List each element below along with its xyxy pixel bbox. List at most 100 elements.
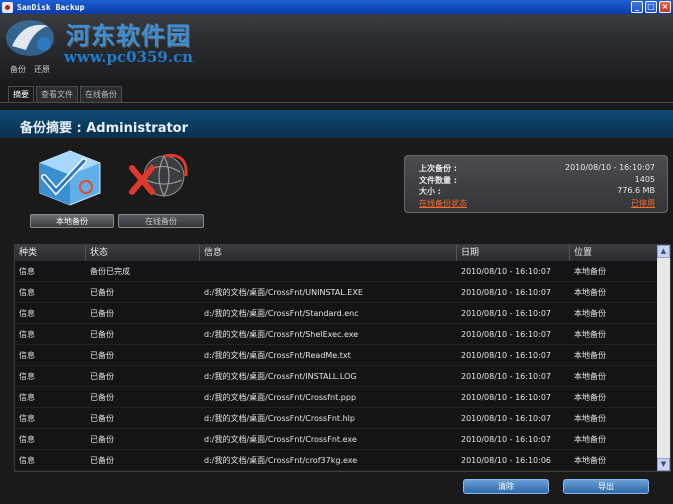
cell-status: 已备份 bbox=[90, 435, 114, 444]
cell-location: 本地备份 bbox=[574, 330, 606, 339]
header-band: 河东软件园 www.pc0359.cn 备份 还原 bbox=[0, 14, 673, 80]
export-button[interactable]: 导出 bbox=[563, 479, 649, 494]
table-header: 种类 状态 信息 日期 位置 bbox=[15, 245, 658, 261]
scroll-down-icon[interactable]: ▼ bbox=[657, 458, 670, 471]
info-size-label: 大小 : bbox=[419, 187, 441, 196]
logo-icon bbox=[6, 20, 54, 56]
clear-button[interactable]: 清除 bbox=[463, 479, 549, 494]
cell-info: d:/我的文档/桌面/CrossFnt/INSTALL.LOG bbox=[204, 372, 357, 381]
cell-status: 已备份 bbox=[90, 414, 114, 423]
backup-info-panel: 上次备份 : 2010/08/10 - 16:10:07 文件数量 : 1405… bbox=[404, 155, 668, 213]
info-file-count: 文件数量 : 1405 bbox=[419, 175, 655, 186]
cell-info: d:/我的文档/桌面/CrossFnt/CrossFnt.hlp bbox=[204, 414, 355, 423]
cell-location: 本地备份 bbox=[574, 309, 606, 318]
tab-divider bbox=[0, 102, 673, 103]
tab-bar: 摘要 查看文件 在线备份 bbox=[0, 86, 673, 102]
cell-date: 2010/08/10 - 16:10:07 bbox=[461, 372, 552, 381]
cell-date: 2010/08/10 - 16:10:06 bbox=[461, 456, 552, 465]
column-header-type[interactable]: 种类 bbox=[15, 245, 86, 261]
info-size: 大小 : 776.6 MB bbox=[419, 186, 655, 197]
close-icon[interactable]: × bbox=[659, 1, 671, 13]
online-backup-button[interactable]: 在线备份 bbox=[118, 214, 204, 228]
cell-status: 已备份 bbox=[90, 309, 114, 318]
cell-type: 信息 bbox=[19, 456, 35, 465]
table-body: 信息 备份已完成 2010/08/10 - 16:10:07 本地备份 信息 已备份 d:/… bbox=[15, 261, 658, 471]
cell-location: 本地备份 bbox=[574, 267, 606, 276]
column-header-info[interactable]: 信息 bbox=[200, 245, 457, 261]
menu-item-backup[interactable]: 备份 bbox=[10, 64, 26, 75]
cell-date: 2010/08/10 - 16:10:07 bbox=[461, 330, 552, 339]
column-header-date[interactable]: 日期 bbox=[457, 245, 570, 261]
maximize-icon[interactable]: □ bbox=[645, 1, 657, 13]
cell-date: 2010/08/10 - 16:10:07 bbox=[461, 435, 552, 444]
table-row[interactable]: 信息 已备份 d:/我的文档/桌面/CrossFnt/Standard.enc 201… bbox=[15, 303, 658, 324]
info-last-backup-label: 上次备份 : bbox=[419, 164, 457, 173]
cell-status: 备份已完成 bbox=[90, 267, 130, 276]
cell-info: d:/我的文档/桌面/CrossFnt/Crossfnt.ppp bbox=[204, 393, 357, 402]
cell-status: 已备份 bbox=[90, 288, 114, 297]
cell-info: d:/我的文档/桌面/CrossFnt/ReadMe.txt bbox=[204, 351, 351, 360]
table-row[interactable]: 信息 已备份 d:/我的文档/桌面/CrossFnt/INSTALL.LOG 2010… bbox=[15, 366, 658, 387]
info-file-count-value: 1405 bbox=[634, 175, 655, 184]
cell-date: 2010/08/10 - 16:10:07 bbox=[461, 288, 552, 297]
menu-bar: 备份 还原 bbox=[10, 64, 50, 75]
scroll-up-icon[interactable]: ▲ bbox=[657, 245, 670, 258]
info-last-backup: 上次备份 : 2010/08/10 - 16:10:07 bbox=[419, 163, 655, 174]
info-file-count-label: 文件数量 : bbox=[419, 176, 457, 185]
watermark-title: 河东软件园 bbox=[66, 22, 191, 50]
cell-info: d:/我的文档/桌面/CrossFnt/Standard.enc bbox=[204, 309, 359, 318]
cell-type: 信息 bbox=[19, 288, 35, 297]
paused-link[interactable]: 已停用 bbox=[631, 198, 655, 209]
cell-status: 已备份 bbox=[90, 330, 114, 339]
watermark-url: www.pc0359.cn bbox=[64, 48, 194, 66]
cell-location: 本地备份 bbox=[574, 372, 606, 381]
cell-type: 信息 bbox=[19, 351, 35, 360]
cell-location: 本地备份 bbox=[574, 288, 606, 297]
info-links: 在线备份状态 已停用 bbox=[419, 198, 655, 209]
column-header-status[interactable]: 状态 bbox=[86, 245, 200, 261]
cell-type: 信息 bbox=[19, 267, 35, 276]
cell-type: 信息 bbox=[19, 330, 35, 339]
local-backup-icon[interactable] bbox=[34, 147, 106, 207]
cell-location: 本地备份 bbox=[574, 351, 606, 360]
cell-location: 本地备份 bbox=[574, 414, 606, 423]
table-row[interactable]: 信息 已备份 d:/我的文档/桌面/CrossFnt/crof37kg.exe 201… bbox=[15, 450, 658, 471]
minimize-icon[interactable]: _ bbox=[631, 1, 643, 13]
summary-header: 备份摘要 : Administrator bbox=[0, 110, 673, 138]
cell-location: 本地备份 bbox=[574, 393, 606, 402]
online-backup-icon[interactable] bbox=[124, 150, 194, 208]
cell-type: 信息 bbox=[19, 372, 35, 381]
cell-type: 信息 bbox=[19, 414, 35, 423]
table-row[interactable]: 信息 已备份 d:/我的文档/桌面/CrossFnt/CrossFnt.exe 201… bbox=[15, 429, 658, 450]
tab-summary[interactable]: 摘要 bbox=[8, 86, 34, 102]
menu-item-restore[interactable]: 还原 bbox=[34, 64, 50, 75]
cell-location: 本地备份 bbox=[574, 456, 606, 465]
tab-online-backup[interactable]: 在线备份 bbox=[80, 86, 122, 102]
cell-date: 2010/08/10 - 16:10:07 bbox=[461, 309, 552, 318]
cell-date: 2010/08/10 - 16:10:07 bbox=[461, 267, 552, 276]
cell-type: 信息 bbox=[19, 393, 35, 402]
table-row[interactable]: 信息 备份已完成 2010/08/10 - 16:10:07 本地备份 bbox=[15, 261, 658, 282]
title-bar: SanDisk Backup _ □ × bbox=[0, 0, 673, 14]
cell-info: d:/我的文档/桌面/CrossFnt/UNINSTAL.EXE bbox=[204, 288, 363, 297]
window-controls: _ □ × bbox=[631, 1, 671, 13]
cell-status: 已备份 bbox=[90, 456, 114, 465]
cell-type: 信息 bbox=[19, 435, 35, 444]
cell-info: d:/我的文档/桌面/CrossFnt/crof37kg.exe bbox=[204, 456, 358, 465]
cell-date: 2010/08/10 - 16:10:07 bbox=[461, 393, 552, 402]
table-row[interactable]: 信息 已备份 d:/我的文档/桌面/CrossFnt/UNINSTAL.EXE 201… bbox=[15, 282, 658, 303]
cell-status: 已备份 bbox=[90, 351, 114, 360]
table-row[interactable]: 信息 已备份 d:/我的文档/桌面/CrossFnt/CrossFnt.hlp 201… bbox=[15, 408, 658, 429]
tab-view-files[interactable]: 查看文件 bbox=[36, 86, 78, 102]
info-last-backup-value: 2010/08/10 - 16:10:07 bbox=[564, 163, 655, 172]
info-size-value: 776.6 MB bbox=[617, 186, 655, 195]
online-status-link[interactable]: 在线备份状态 bbox=[419, 198, 467, 209]
table-row[interactable]: 信息 已备份 d:/我的文档/桌面/CrossFnt/Crossfnt.ppp 201… bbox=[15, 387, 658, 408]
local-backup-button[interactable]: 本地备份 bbox=[30, 214, 114, 228]
column-header-location[interactable]: 位置 bbox=[570, 245, 658, 261]
table-row[interactable]: 信息 已备份 d:/我的文档/桌面/CrossFnt/ShelExec.exe 201… bbox=[15, 324, 658, 345]
summary-title: 备份摘要 : Administrator bbox=[20, 121, 189, 136]
window-title: SanDisk Backup bbox=[17, 2, 85, 12]
table-row[interactable]: 信息 已备份 d:/我的文档/桌面/CrossFnt/ReadMe.txt 2010/… bbox=[15, 345, 658, 366]
vertical-scrollbar[interactable]: ▲ ▼ bbox=[657, 245, 670, 471]
